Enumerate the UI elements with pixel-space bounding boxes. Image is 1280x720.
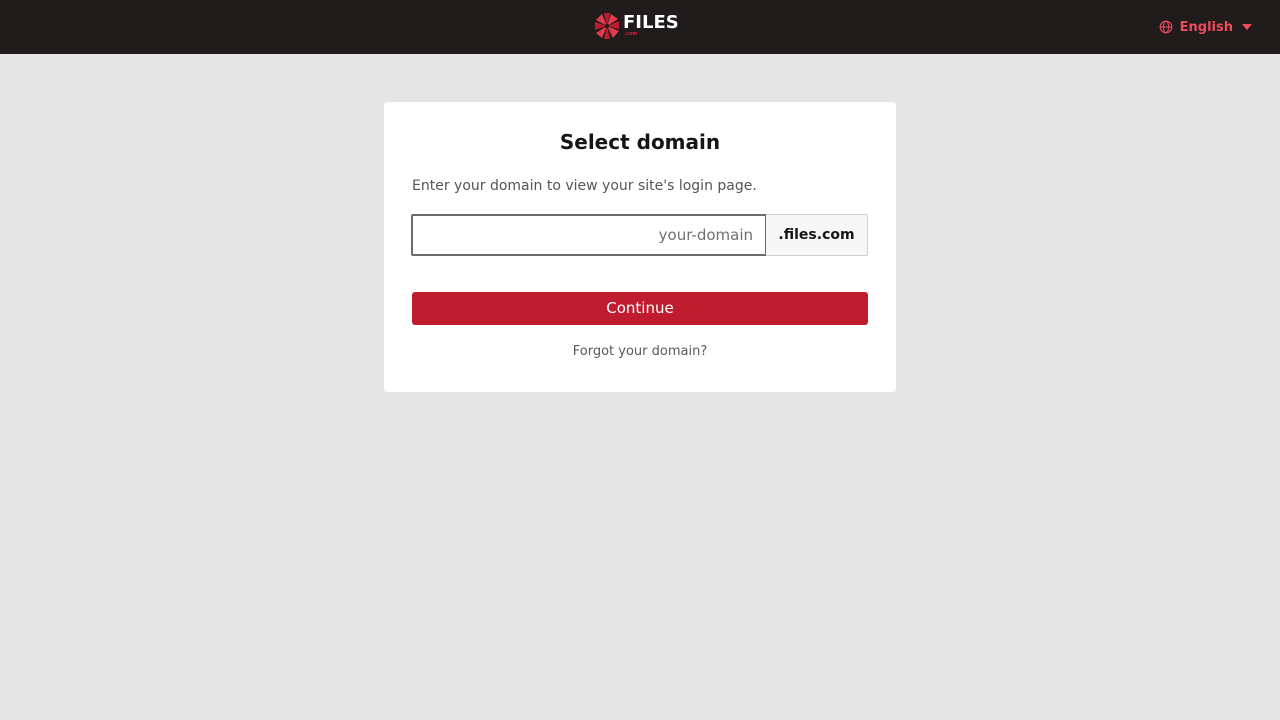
files-pinwheel-logo-icon xyxy=(595,13,619,39)
select-domain-card: Select domain Enter your domain to view … xyxy=(384,102,896,392)
domain-input-group: .files.com xyxy=(411,214,868,256)
top-navigation-bar: FILES .com English xyxy=(0,0,1280,54)
domain-description: Enter your domain to view your site's lo… xyxy=(412,178,757,194)
caret-down-icon xyxy=(1242,24,1252,30)
continue-button[interactable]: Continue xyxy=(412,292,868,325)
forgot-domain-link[interactable]: Forgot your domain? xyxy=(384,344,896,360)
logo-wordmark: FILES xyxy=(623,12,679,33)
language-selector[interactable]: English xyxy=(1159,18,1252,36)
domain-input[interactable] xyxy=(411,214,767,256)
domain-suffix: .files.com xyxy=(766,214,868,256)
files-logo[interactable]: FILES .com xyxy=(594,12,679,42)
logo-subtext: .com xyxy=(624,31,638,37)
globe-icon xyxy=(1159,20,1172,34)
page-title: Select domain xyxy=(559,130,721,154)
language-label: English xyxy=(1179,19,1233,35)
